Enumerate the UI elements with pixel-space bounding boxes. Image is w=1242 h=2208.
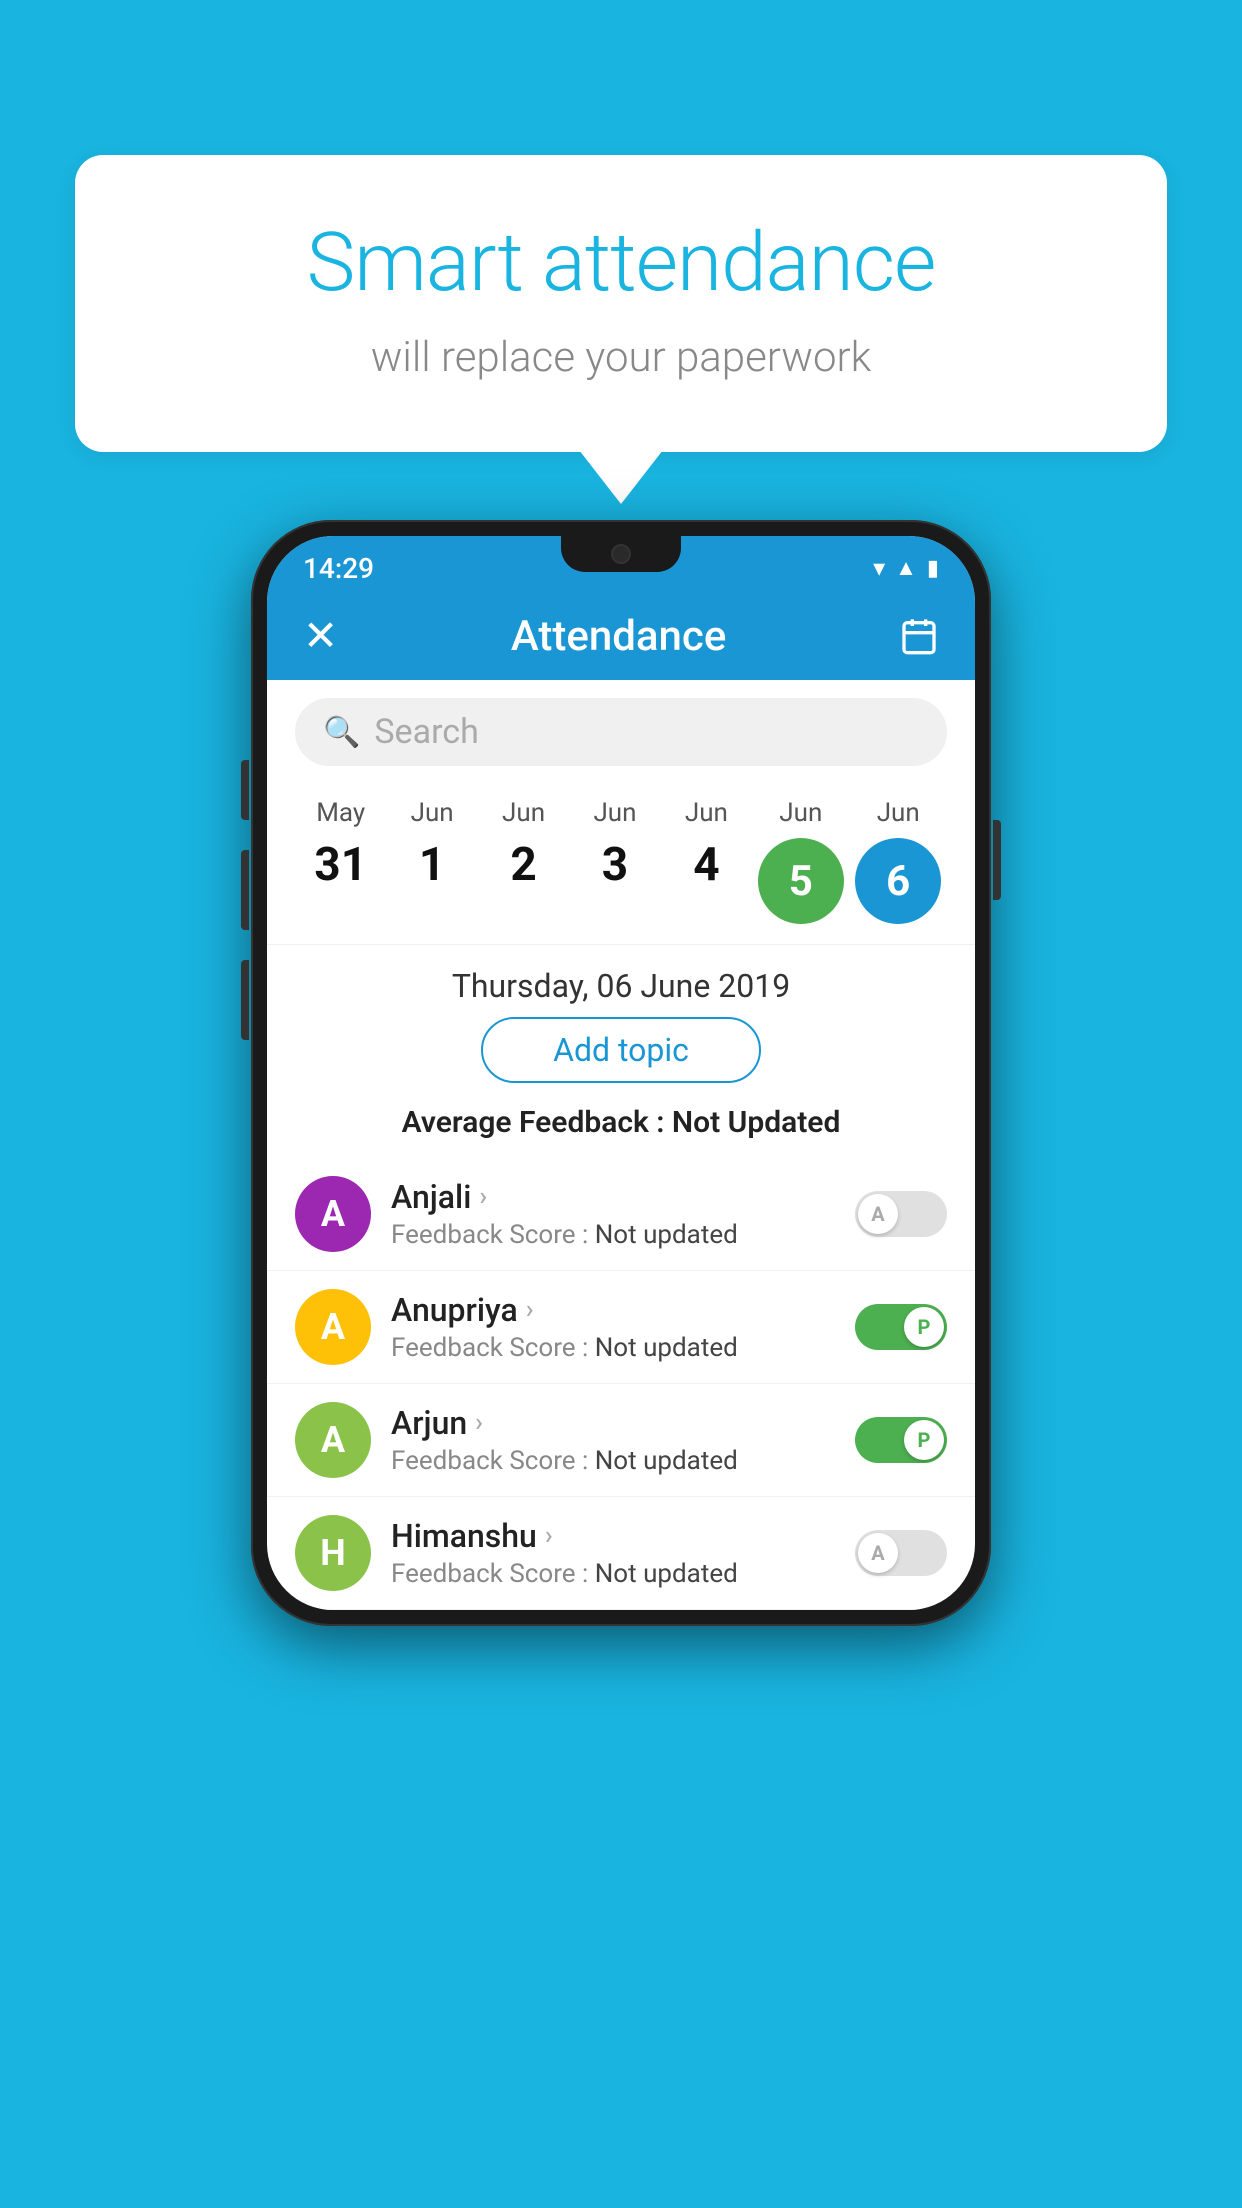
student-list: AAnjali ›Feedback Score : Not updatedAAA… bbox=[267, 1158, 975, 1610]
bubble-title: Smart attendance bbox=[155, 215, 1087, 311]
date-strip: May 31 Jun 1 Jun 2 Jun 3 Jun 4 Jun 5 Jun 6 bbox=[267, 784, 975, 945]
phone-screen: 14:29 ▾ ▲ ▮ ✕ Attendance bbox=[267, 536, 975, 1610]
avg-feedback-label: Average Feedback : bbox=[402, 1105, 672, 1140]
student-feedback: Feedback Score : Not updated bbox=[391, 1559, 835, 1589]
date-item[interactable]: Jun 2 bbox=[484, 798, 564, 892]
date-item[interactable]: Jun 6 bbox=[855, 798, 941, 924]
toggle-knob: P bbox=[904, 1307, 944, 1347]
status-time: 14:29 bbox=[303, 552, 374, 585]
date-item[interactable]: May 31 bbox=[301, 798, 381, 892]
date-month: Jun bbox=[593, 798, 636, 828]
feedback-value: Not updated bbox=[595, 1220, 738, 1250]
toggle-knob: A bbox=[858, 1194, 898, 1234]
add-topic-button[interactable]: Add topic bbox=[481, 1017, 761, 1083]
date-month: Jun bbox=[779, 798, 822, 828]
date-item[interactable]: Jun 3 bbox=[575, 798, 655, 892]
student-avatar: H bbox=[295, 1515, 371, 1591]
phone-notch bbox=[561, 536, 681, 572]
student-info: Arjun › Feedback Score : Not updated bbox=[391, 1404, 835, 1476]
student-name: Anjali › bbox=[391, 1178, 835, 1216]
student-name: Himanshu › bbox=[391, 1517, 835, 1555]
student-avatar: A bbox=[295, 1176, 371, 1252]
date-item[interactable]: Jun 4 bbox=[666, 798, 746, 892]
date-number: 2 bbox=[510, 838, 536, 892]
speech-bubble-container: Smart attendance will replace your paper… bbox=[75, 155, 1167, 452]
student-feedback: Feedback Score : Not updated bbox=[391, 1333, 835, 1363]
bubble-subtitle: will replace your paperwork bbox=[155, 333, 1087, 382]
chevron-right-icon: › bbox=[475, 1408, 483, 1438]
date-month: May bbox=[316, 798, 365, 828]
student-feedback: Feedback Score : Not updated bbox=[391, 1220, 835, 1250]
search-placeholder: Search bbox=[374, 712, 478, 752]
student-row[interactable]: A Arjun › Feedback Score : Not updated P bbox=[267, 1384, 975, 1497]
avg-feedback-value: Not Updated bbox=[672, 1105, 840, 1140]
feedback-value: Not updated bbox=[595, 1446, 738, 1476]
date-number: 1 bbox=[419, 838, 445, 892]
attendance-toggle[interactable]: A bbox=[855, 1191, 947, 1237]
attendance-toggle[interactable]: A bbox=[855, 1530, 947, 1576]
front-camera bbox=[611, 544, 631, 564]
date-month: Jun bbox=[502, 798, 545, 828]
volume-up-button bbox=[241, 760, 249, 820]
student-info: Himanshu › Feedback Score : Not updated bbox=[391, 1517, 835, 1589]
date-circle-green[interactable]: 5 bbox=[758, 838, 844, 924]
date-number: 4 bbox=[693, 838, 719, 892]
feedback-value: Not updated bbox=[595, 1333, 738, 1363]
date-item[interactable]: Jun 5 bbox=[758, 798, 844, 924]
search-icon: 🔍 bbox=[323, 715, 360, 750]
date-month: Jun bbox=[877, 798, 920, 828]
toggle-on[interactable]: P bbox=[855, 1304, 947, 1350]
chevron-right-icon: › bbox=[479, 1182, 487, 1212]
attendance-toggle[interactable]: P bbox=[855, 1417, 947, 1463]
chevron-right-icon: › bbox=[526, 1295, 534, 1325]
student-info: Anjali › Feedback Score : Not updated bbox=[391, 1178, 835, 1250]
student-row[interactable]: H Himanshu › Feedback Score : Not updated A bbox=[267, 1497, 975, 1610]
date-circle-blue[interactable]: 6 bbox=[855, 838, 941, 924]
toggle-off[interactable]: A bbox=[855, 1191, 947, 1237]
student-row[interactable]: A Anjali › Feedback Score : Not updated A bbox=[267, 1158, 975, 1271]
app-bar: ✕ Attendance bbox=[267, 592, 975, 680]
app-bar-title: Attendance bbox=[511, 612, 726, 661]
date-month: Jun bbox=[685, 798, 728, 828]
attendance-toggle[interactable]: P bbox=[855, 1304, 947, 1350]
feedback-value: Not updated bbox=[595, 1559, 738, 1589]
selected-date-label: Thursday, 06 June 2019 bbox=[267, 945, 975, 1017]
silent-button bbox=[241, 960, 249, 1040]
date-number: 31 bbox=[314, 838, 367, 892]
power-button bbox=[993, 820, 1001, 900]
date-item[interactable]: Jun 1 bbox=[392, 798, 472, 892]
avg-feedback: Average Feedback : Not Updated bbox=[267, 1099, 975, 1158]
student-avatar: A bbox=[295, 1289, 371, 1365]
student-row[interactable]: A Anupriya › Feedback Score : Not updated P bbox=[267, 1271, 975, 1384]
toggle-off[interactable]: A bbox=[855, 1530, 947, 1576]
date-number: 3 bbox=[602, 838, 628, 892]
student-avatar: A bbox=[295, 1402, 371, 1478]
close-button[interactable]: ✕ bbox=[303, 611, 338, 661]
student-name: Anupriya › bbox=[391, 1291, 835, 1329]
toggle-on[interactable]: P bbox=[855, 1417, 947, 1463]
phone-container: 14:29 ▾ ▲ ▮ ✕ Attendance bbox=[251, 520, 991, 1626]
calendar-icon[interactable] bbox=[899, 616, 939, 656]
chevron-right-icon: › bbox=[545, 1521, 553, 1551]
toggle-knob: A bbox=[858, 1533, 898, 1573]
battery-icon: ▮ bbox=[927, 556, 939, 581]
student-name: Arjun › bbox=[391, 1404, 835, 1442]
search-bar[interactable]: 🔍 Search bbox=[295, 698, 947, 766]
phone-frame: 14:29 ▾ ▲ ▮ ✕ Attendance bbox=[251, 520, 991, 1626]
student-info: Anupriya › Feedback Score : Not updated bbox=[391, 1291, 835, 1363]
speech-bubble: Smart attendance will replace your paper… bbox=[75, 155, 1167, 452]
toggle-knob: P bbox=[904, 1420, 944, 1460]
wifi-icon: ▾ bbox=[873, 554, 885, 582]
status-icons: ▾ ▲ ▮ bbox=[873, 554, 939, 582]
volume-down-button bbox=[241, 850, 249, 930]
date-month: Jun bbox=[411, 798, 454, 828]
student-feedback: Feedback Score : Not updated bbox=[391, 1446, 835, 1476]
signal-icon: ▲ bbox=[895, 555, 917, 581]
